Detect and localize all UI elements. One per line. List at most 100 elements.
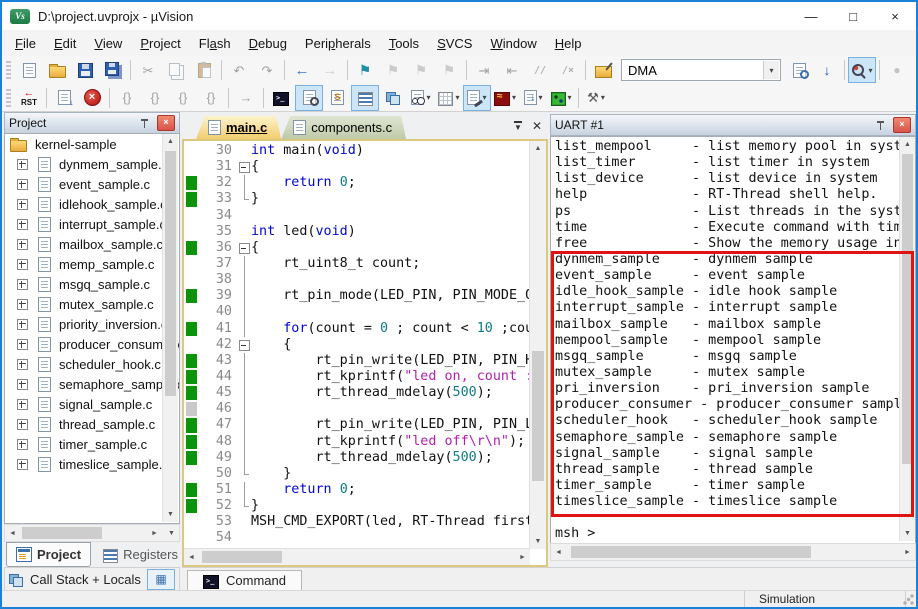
panel-tab-registers[interactable]: Registers [94,542,187,567]
expand-plus-icon[interactable] [17,258,28,270]
scroll-thumb[interactable] [571,546,811,558]
incremental-find-button[interactable]: ↓ [813,57,841,83]
scroll-thumb[interactable] [902,154,913,464]
tree-item-priority-inversion-c[interactable]: priority_inversion.c [5,314,179,334]
expand-plus-icon[interactable] [17,318,28,330]
debug-settings-button[interactable]: ⚒ ▾ [582,85,610,111]
tree-item-timer-sample-c[interactable]: timer_sample.c [5,434,179,454]
close-panel-icon[interactable] [893,117,911,133]
tree-item-semaphore-sample-c[interactable]: semaphore_sample.c [5,374,179,394]
menu-debug[interactable]: Debug [240,36,296,51]
editor-vscrollbar[interactable]: ▲ ▼ [529,141,546,549]
scroll-thumb[interactable] [165,151,176,396]
uart-hscrollbar[interactable]: ◄ ► [550,543,916,561]
quick-search-button[interactable]: ▾ [848,57,876,83]
scroll-thumb[interactable] [532,351,544,481]
tree-item-event-sample-c[interactable]: event_sample.c [5,174,179,194]
memory-window-button[interactable]: ▾ [435,85,463,111]
scroll-up-arrow[interactable]: ▲ [163,134,178,149]
new-file-button[interactable] [15,57,43,83]
chevron-down-icon[interactable]: ▾ [868,66,872,75]
expand-plus-icon[interactable] [17,198,28,210]
open-file-button[interactable] [43,57,71,83]
tree-item-scheduler-hook-c[interactable]: scheduler_hook.c [5,354,179,374]
tree-item-mailbox-sample-c[interactable]: mailbox_sample.c [5,234,179,254]
scroll-right-arrow[interactable]: ► [900,544,915,560]
target-select[interactable]: DMA ▾ [621,59,781,81]
scroll-down-arrow[interactable]: ▼ [530,534,546,549]
call-stack-bar[interactable]: Call Stack + Locals ▦ [4,567,180,591]
system-viewer-button[interactable]: ▾ [519,85,547,111]
analysis-window-button[interactable]: ▾ [491,85,519,111]
chevron-down-icon[interactable]: ▾ [426,93,430,102]
tree-item-msgq-sample-c[interactable]: msgq_sample.c [5,274,179,294]
menu-file[interactable]: File [6,36,45,51]
stop-button[interactable] [78,85,106,111]
run-button[interactable] [50,85,78,111]
scroll-thumb[interactable] [202,551,282,563]
chevron-down-icon[interactable]: ▾ [601,93,605,102]
find-in-files-button[interactable] [785,57,813,83]
maximize-button[interactable]: □ [832,2,874,30]
menu-project[interactable]: Project [131,36,189,51]
menu-peripherals[interactable]: Peripherals [296,36,380,51]
tree-item-producer-consumer-c[interactable]: producer_consumer.c [5,334,179,354]
navigate-back-button[interactable]: ← [288,57,316,83]
project-tree-hscrollbar[interactable]: ◄ ► ▼ [4,524,180,542]
editor-tab-main-c[interactable]: main.c [196,116,281,139]
scroll-right-arrow[interactable]: ► [147,525,162,541]
chevron-down-icon[interactable]: ▾ [482,93,486,102]
expand-plus-icon[interactable] [17,218,28,230]
minimize-button[interactable]: — [790,2,832,30]
uart-console[interactable]: list_mempool - list memory pool in syste… [550,136,916,546]
expand-plus-icon[interactable] [17,178,28,190]
scroll-left-arrow[interactable]: ◄ [184,549,199,565]
chevron-down-icon[interactable]: ▾ [539,93,543,102]
tree-item-interrupt-sample-c[interactable]: interrupt_sample.c [5,214,179,234]
toolbox-button[interactable]: ▾ [547,85,575,111]
chevron-down-icon[interactable]: ▾ [455,93,459,102]
expand-plus-icon[interactable] [17,458,28,470]
insert-bookmark-button[interactable]: ⚑ [351,57,379,83]
close-panel-icon[interactable] [157,115,175,131]
download-flash-button[interactable] [589,57,617,83]
fold-collapse-icon[interactable] [239,240,251,256]
scroll-left-arrow[interactable]: ◄ [5,525,20,541]
menu-svcs[interactable]: SVCS [428,36,481,51]
expand-plus-icon[interactable] [17,418,28,430]
chevron-down-icon[interactable]: ▾ [512,93,516,102]
pin-icon[interactable] [876,120,885,130]
panel-tab-project[interactable]: Project [6,542,92,567]
expand-plus-icon[interactable] [17,238,28,250]
menu-window[interactable]: Window [481,36,545,51]
toolbar-grip[interactable] [6,88,11,107]
memory-window-button[interactable]: ▦ [147,568,175,590]
menu-help[interactable]: Help [546,36,591,51]
expand-plus-icon[interactable] [17,378,28,390]
close-file-icon[interactable]: ✕ [532,120,542,132]
pin-icon[interactable] [140,118,149,128]
close-button[interactable]: × [874,2,916,30]
toolbar-grip[interactable] [6,61,11,79]
chevron-down-icon[interactable]: ▾ [763,61,779,79]
fold-collapse-icon[interactable] [239,337,251,353]
tree-item-dynmem-sample-c[interactable]: dynmem_sample.c [5,154,179,174]
scroll-left-arrow[interactable]: ◄ [551,544,566,560]
tree-item-memp-sample-c[interactable]: memp_sample.c [5,254,179,274]
save-button[interactable] [71,57,99,83]
scroll-down-arrow[interactable]: ▼ [163,507,178,522]
scroll-right-arrow[interactable]: ► [515,549,530,565]
tab-list-icon[interactable]: ▼ [514,120,522,132]
symbols-window-button[interactable] [323,85,351,111]
call-stack-window-button[interactable] [379,85,407,111]
expand-plus-icon[interactable] [17,398,28,410]
code-editor[interactable]: 30 int main(void) 31{32 return 0; 33} 34 35 in… [185,143,529,548]
editor-hscrollbar[interactable]: ◄ ► [184,548,530,565]
expand-plus-icon[interactable] [17,158,28,170]
scroll-down-arrow[interactable]: ▼ [164,525,179,541]
tree-item-thread-sample-c[interactable]: thread_sample.c [5,414,179,434]
menu-flash[interactable]: Flash [190,36,240,51]
expand-plus-icon[interactable] [17,278,28,290]
fold-collapse-icon[interactable] [239,159,251,175]
tree-item-signal-sample-c[interactable]: signal_sample.c [5,394,179,414]
